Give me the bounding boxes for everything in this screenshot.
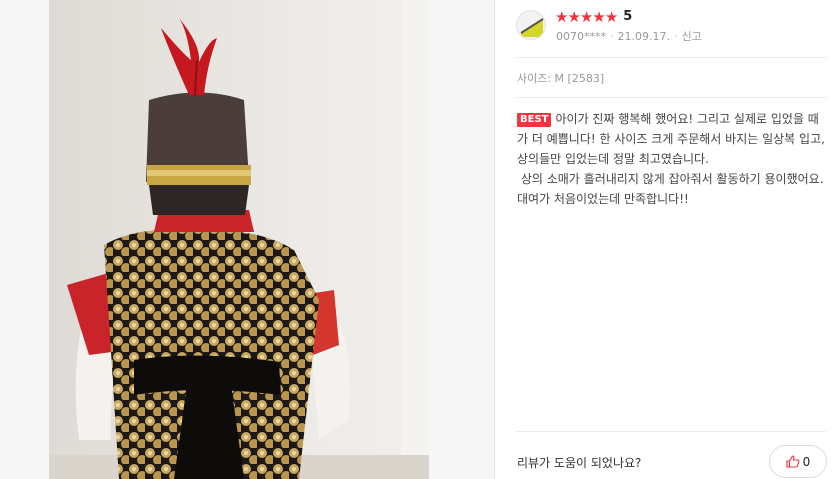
review-panel: ★ ★ ★ ★ ★ 5 0070**** · 21.09.17. · 신고 사이… [495, 0, 835, 479]
review-date: 21.09.17. [617, 29, 670, 43]
review-text-line1: 아이가 진짜 행복해 했어요! 그리고 실제로 입었을 때가 더 예쁩니다! 한… [517, 112, 825, 166]
rating-score: 5 [623, 9, 633, 24]
review-photo-area [0, 0, 494, 479]
report-link[interactable]: 신고 [681, 28, 701, 44]
best-badge: BEST [517, 113, 552, 127]
review-body: BEST 아이가 진짜 행복해 했어요! 그리고 실제로 입었을 때가 더 예쁩니… [517, 109, 829, 209]
star-icon: ★ [567, 8, 580, 26]
review-meta: 0070**** · 21.09.17. · 신고 [556, 28, 702, 44]
divider [516, 97, 826, 98]
avatar-image [517, 11, 545, 39]
review-photo[interactable] [49, 0, 429, 479]
meta-separator: · [610, 29, 614, 43]
costume-photo-image [49, 0, 429, 479]
star-icon: ★ [555, 8, 568, 26]
reviewer-id: 0070**** [556, 29, 606, 43]
like-button[interactable]: 0 [769, 445, 827, 478]
like-count: 0 [802, 454, 811, 469]
star-icon: ★ [604, 8, 618, 26]
size-info: 사이즈: M [2583] [517, 72, 605, 85]
star-icon: ★ [579, 8, 593, 26]
rating-stars: ★ ★ ★ ★ ★ 5 [555, 8, 632, 26]
divider [516, 431, 826, 432]
meta-separator: · [673, 29, 678, 43]
review-text-line2: 상의 소매가 흘러내리지 않게 잡아줘서 활동하기 용이했어요. 대여가 처음이… [517, 172, 824, 206]
avatar [516, 10, 546, 40]
helpful-question: 리뷰가 도움이 되었나요? [517, 456, 642, 470]
thumbs-up-icon [786, 455, 800, 468]
divider [516, 57, 826, 58]
star-icon: ★ [592, 8, 605, 26]
